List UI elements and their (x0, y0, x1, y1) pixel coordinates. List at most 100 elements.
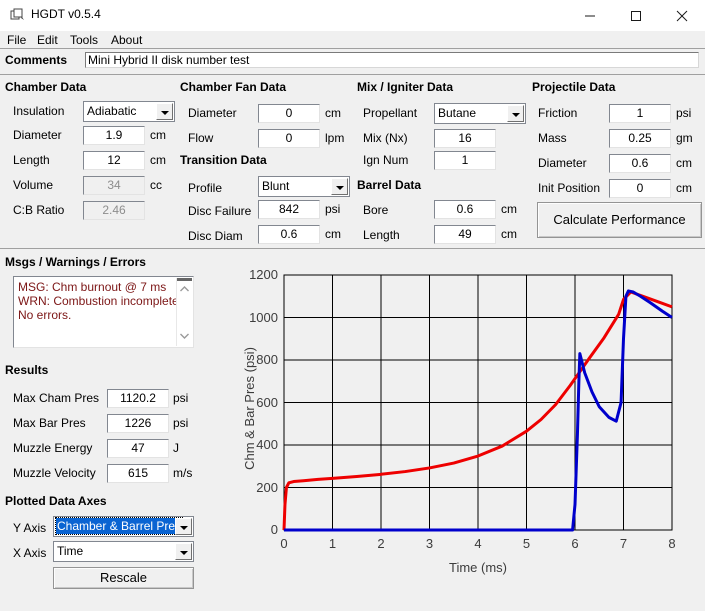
barrel-length-label: Length (363, 228, 400, 242)
ign-num-label: Ign Num (363, 153, 408, 167)
ign-num-input[interactable]: 1 (434, 151, 496, 170)
messages-line-2: WRN: Combustion incomplete (18, 294, 179, 308)
profile-combo[interactable]: Blunt (258, 176, 350, 197)
y-axis-tick: 1200 (238, 267, 278, 282)
disc-failure-label: Disc Failure (188, 204, 251, 218)
fan-flow-input[interactable]: 0 (258, 129, 320, 148)
x-axis-tick: 8 (662, 536, 682, 551)
chevron-up-icon[interactable] (180, 286, 189, 292)
propellant-combo[interactable]: Butane (434, 103, 526, 124)
init-position-label: Init Position (538, 181, 600, 195)
x-axis-tick: 7 (614, 536, 634, 551)
max-bar-pres-value: 1226 (107, 414, 169, 433)
disc-diam-input[interactable]: 0.6 (258, 225, 320, 244)
max-cham-pres-unit: psi (173, 391, 188, 405)
bore-input[interactable]: 0.6 (434, 200, 496, 219)
menu-item-file[interactable]: File (3, 32, 30, 48)
mix-nx-input[interactable]: 16 (434, 129, 496, 148)
fan-flow-label: Flow (188, 131, 213, 145)
rescale-button[interactable]: Rescale (53, 567, 194, 589)
y-axis-combo[interactable]: Chamber & Barrel Pressur (53, 516, 194, 537)
cb-ratio-label: C:B Ratio (13, 203, 64, 217)
menu-item-about[interactable]: About (107, 32, 146, 48)
x-axis-tick: 1 (323, 536, 343, 551)
messages-box[interactable]: MSG: Chm burnout @ 7 ms WRN: Combustion … (13, 276, 194, 348)
disc-diam-label: Disc Diam (188, 229, 243, 243)
muzzle-energy-label: Muzzle Energy (13, 441, 92, 455)
profile-value: Blunt (262, 179, 289, 193)
comments-label: Comments (5, 53, 67, 67)
hgdt-application-window: HGDT v0.5.4 File Edit Tools About Commen… (0, 0, 705, 608)
muzzle-energy-value: 47 (107, 439, 169, 458)
x-axis-tick: 3 (420, 536, 440, 551)
chamber-diameter-unit: cm (150, 128, 166, 142)
disc-failure-unit: psi (325, 202, 340, 216)
muzzle-energy-unit: J (173, 441, 179, 455)
mix-igniter-data-title: Mix / Igniter Data (357, 80, 453, 94)
maximize-button[interactable] (613, 0, 659, 31)
y-axis-title: Chm & Bar Pres (psi) (242, 281, 257, 536)
x-axis-value: Time (57, 544, 83, 558)
friction-input[interactable]: 1 (609, 104, 671, 123)
projectile-data-title: Projectile Data (532, 80, 615, 94)
projectile-diameter-input[interactable]: 0.6 (609, 154, 671, 173)
max-cham-pres-label: Max Cham Pres (13, 391, 99, 405)
chamber-volume-value: 34 (83, 176, 145, 195)
minimize-button[interactable] (567, 0, 613, 31)
fan-flow-unit: lpm (325, 131, 344, 145)
chart-canvas (210, 255, 705, 608)
projectile-diameter-unit: cm (676, 156, 692, 170)
chamber-diameter-input[interactable]: 1.9 (83, 126, 145, 145)
fan-diameter-input[interactable]: 0 (258, 104, 320, 123)
barrel-length-input[interactable]: 49 (434, 225, 496, 244)
muzzle-velocity-value: 615 (107, 464, 169, 483)
cb-ratio-value: 2.46 (83, 201, 145, 220)
disc-failure-input[interactable]: 842 (258, 200, 320, 219)
max-bar-pres-label: Max Bar Pres (13, 416, 86, 430)
chamber-data-title: Chamber Data (5, 80, 86, 94)
mix-nx-label: Mix (Nx) (363, 131, 408, 145)
chamber-diameter-label: Diameter (13, 128, 62, 142)
chamber-length-input[interactable]: 12 (83, 151, 145, 170)
chevron-down-icon[interactable] (331, 178, 348, 195)
muzzle-velocity-unit: m/s (173, 466, 192, 480)
chevron-down-icon[interactable] (175, 518, 192, 535)
x-axis-tick: 0 (274, 536, 294, 551)
muzzle-velocity-label: Muzzle Velocity (13, 466, 96, 480)
messages-scrollbar[interactable] (176, 278, 192, 346)
chevron-down-icon[interactable] (156, 103, 173, 120)
title-bar: HGDT v0.5.4 (0, 0, 705, 31)
propellant-label: Propellant (363, 106, 417, 120)
scrollbar-thumb[interactable] (177, 278, 192, 281)
barrel-length-unit: cm (501, 227, 517, 241)
x-axis-combo[interactable]: Time (53, 541, 194, 562)
friction-label: Friction (538, 106, 577, 120)
menu-item-edit[interactable]: Edit (33, 32, 62, 48)
mass-input[interactable]: 0.25 (609, 129, 671, 148)
results-title: Results (5, 363, 48, 377)
pressure-time-chart: 020040060080010001200012345678Time (ms)C… (210, 255, 705, 608)
insulation-combo[interactable]: Adiabatic (83, 101, 175, 122)
messages-title: Msgs / Warnings / Errors (5, 255, 146, 269)
chamber-volume-unit: cc (150, 178, 162, 192)
insulation-label: Insulation (13, 104, 64, 118)
projectile-diameter-label: Diameter (538, 156, 587, 170)
y-axis-value: Chamber & Barrel Pressur (56, 518, 182, 534)
messages-line-3: No errors. (18, 308, 71, 322)
init-position-input[interactable]: 0 (609, 179, 671, 198)
bore-unit: cm (501, 202, 517, 216)
x-axis-tick: 4 (468, 536, 488, 551)
messages-line-1: MSG: Chm burnout @ 7 ms (18, 280, 166, 294)
chevron-down-icon[interactable] (180, 333, 189, 339)
divider-above-comments (0, 48, 705, 49)
x-axis-tick: 6 (565, 536, 585, 551)
profile-label: Profile (188, 181, 222, 195)
chevron-down-icon[interactable] (175, 543, 192, 560)
menu-item-tools[interactable]: Tools (66, 32, 102, 48)
max-cham-pres-value: 1120.2 (107, 389, 169, 408)
disc-diam-unit: cm (325, 227, 341, 241)
chevron-down-icon[interactable] (507, 105, 524, 122)
close-button[interactable] (659, 0, 705, 31)
calculate-performance-button[interactable]: Calculate Performance (537, 202, 702, 238)
comments-input[interactable] (85, 52, 699, 68)
